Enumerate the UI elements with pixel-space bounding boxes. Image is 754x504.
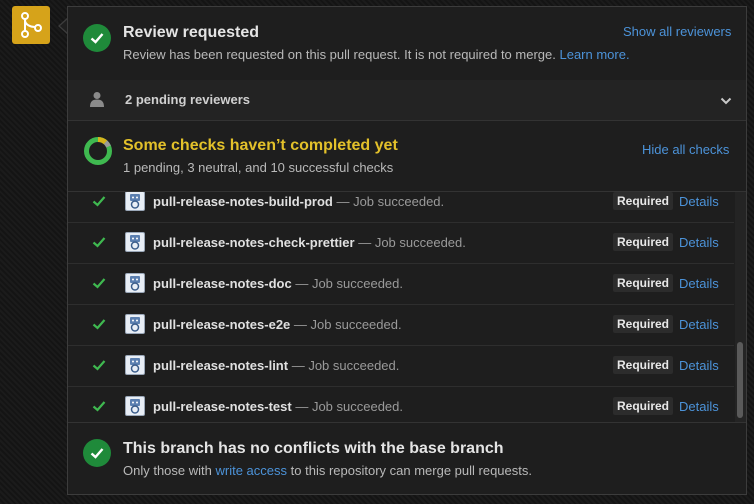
check-mark-icon	[92, 358, 106, 376]
scrollbar-thumb[interactable]	[737, 342, 743, 418]
check-row: pull-release-notes-lint — Job succeeded.…	[68, 346, 734, 387]
required-badge: Required	[613, 356, 674, 374]
branch-subtitle: Only those with write access to this rep…	[123, 463, 532, 478]
check-description: — Job succeeded.	[295, 399, 404, 414]
review-section: Review requested Review has been request…	[68, 7, 746, 81]
check-description: — Job succeeded.	[293, 317, 402, 332]
check-name: pull-release-notes-e2e — Job succeeded.	[153, 317, 402, 332]
required-badge: Required	[613, 274, 674, 292]
required-badge: Required	[613, 315, 674, 333]
check-mark-icon	[92, 399, 106, 417]
bot-avatar-icon	[125, 396, 145, 416]
checks-summary: 1 pending, 3 neutral, and 10 successful …	[123, 160, 394, 175]
write-access-link[interactable]: write access	[216, 463, 288, 478]
review-subtitle: Review has been requested on this pull r…	[123, 47, 630, 62]
check-row: pull-release-notes-doc — Job succeeded. R…	[68, 264, 734, 305]
check-name: pull-release-notes-check-prettier — Job …	[153, 235, 466, 250]
check-name: pull-release-notes-test — Job succeeded.	[153, 399, 404, 414]
check-description: — Job succeeded.	[336, 194, 445, 209]
checks-title: Some checks haven’t completed yet	[123, 137, 398, 154]
chevron-down-icon[interactable]	[720, 93, 732, 111]
required-badge: Required	[613, 233, 674, 251]
required-badge: Required	[613, 397, 674, 415]
branch-title: This branch has no conflicts with the ba…	[123, 440, 504, 457]
check-name: pull-release-notes-build-prod — Job succ…	[153, 194, 445, 209]
check-mark-icon	[92, 235, 106, 253]
bot-avatar-icon	[125, 314, 145, 334]
person-icon	[90, 91, 104, 112]
bot-avatar-icon	[125, 355, 145, 375]
show-all-reviewers-link[interactable]: Show all reviewers	[623, 24, 731, 39]
bot-avatar-icon	[125, 273, 145, 293]
details-link[interactable]: Details	[679, 194, 719, 209]
check-row: pull-release-notes-check-prettier — Job …	[68, 223, 734, 264]
check-description: — Job succeeded.	[291, 358, 400, 373]
pending-reviewers-row[interactable]: 2 pending reviewers	[68, 80, 746, 121]
learn-more-link[interactable]: Learn more.	[559, 47, 629, 62]
pending-reviewers-label: 2 pending reviewers	[125, 92, 250, 107]
check-mark-icon	[92, 317, 106, 335]
review-title: Review requested	[123, 24, 260, 41]
details-link[interactable]: Details	[679, 276, 719, 291]
required-badge: Required	[613, 192, 674, 210]
merge-status-panel: Review requested Review has been request…	[67, 6, 747, 495]
check-row: pull-release-notes-e2e — Job succeeded. R…	[68, 305, 734, 346]
bot-avatar-icon	[125, 232, 145, 252]
checks-header: Some checks haven’t completed yet 1 pend…	[68, 121, 746, 192]
checks-list: pull-release-notes-test — Job succeeded.…	[68, 192, 746, 423]
check-mark-icon	[92, 276, 106, 294]
checks-progress-ring-icon	[83, 136, 113, 171]
check-description: — Job succeeded.	[295, 276, 404, 291]
review-success-icon	[83, 24, 111, 52]
check-row: pull-release-notes-build-prod — Job succ…	[68, 192, 734, 223]
check-name: pull-release-notes-lint — Job succeeded.	[153, 358, 400, 373]
hide-all-checks-link[interactable]: Hide all checks	[642, 142, 729, 157]
details-link[interactable]: Details	[679, 399, 719, 414]
check-name: pull-release-notes-doc — Job succeeded.	[153, 276, 404, 291]
bot-avatar-icon	[125, 192, 145, 211]
branch-section: This branch has no conflicts with the ba…	[68, 423, 746, 494]
check-description: — Job succeeded.	[358, 235, 466, 250]
check-mark-icon	[92, 194, 106, 212]
git-merge-icon	[12, 6, 50, 44]
branch-success-icon	[83, 439, 111, 467]
details-link[interactable]: Details	[679, 358, 719, 373]
check-row: pull-release-notes-test — Job succeeded.…	[68, 387, 734, 422]
details-link[interactable]: Details	[679, 317, 719, 332]
details-link[interactable]: Details	[679, 235, 719, 250]
